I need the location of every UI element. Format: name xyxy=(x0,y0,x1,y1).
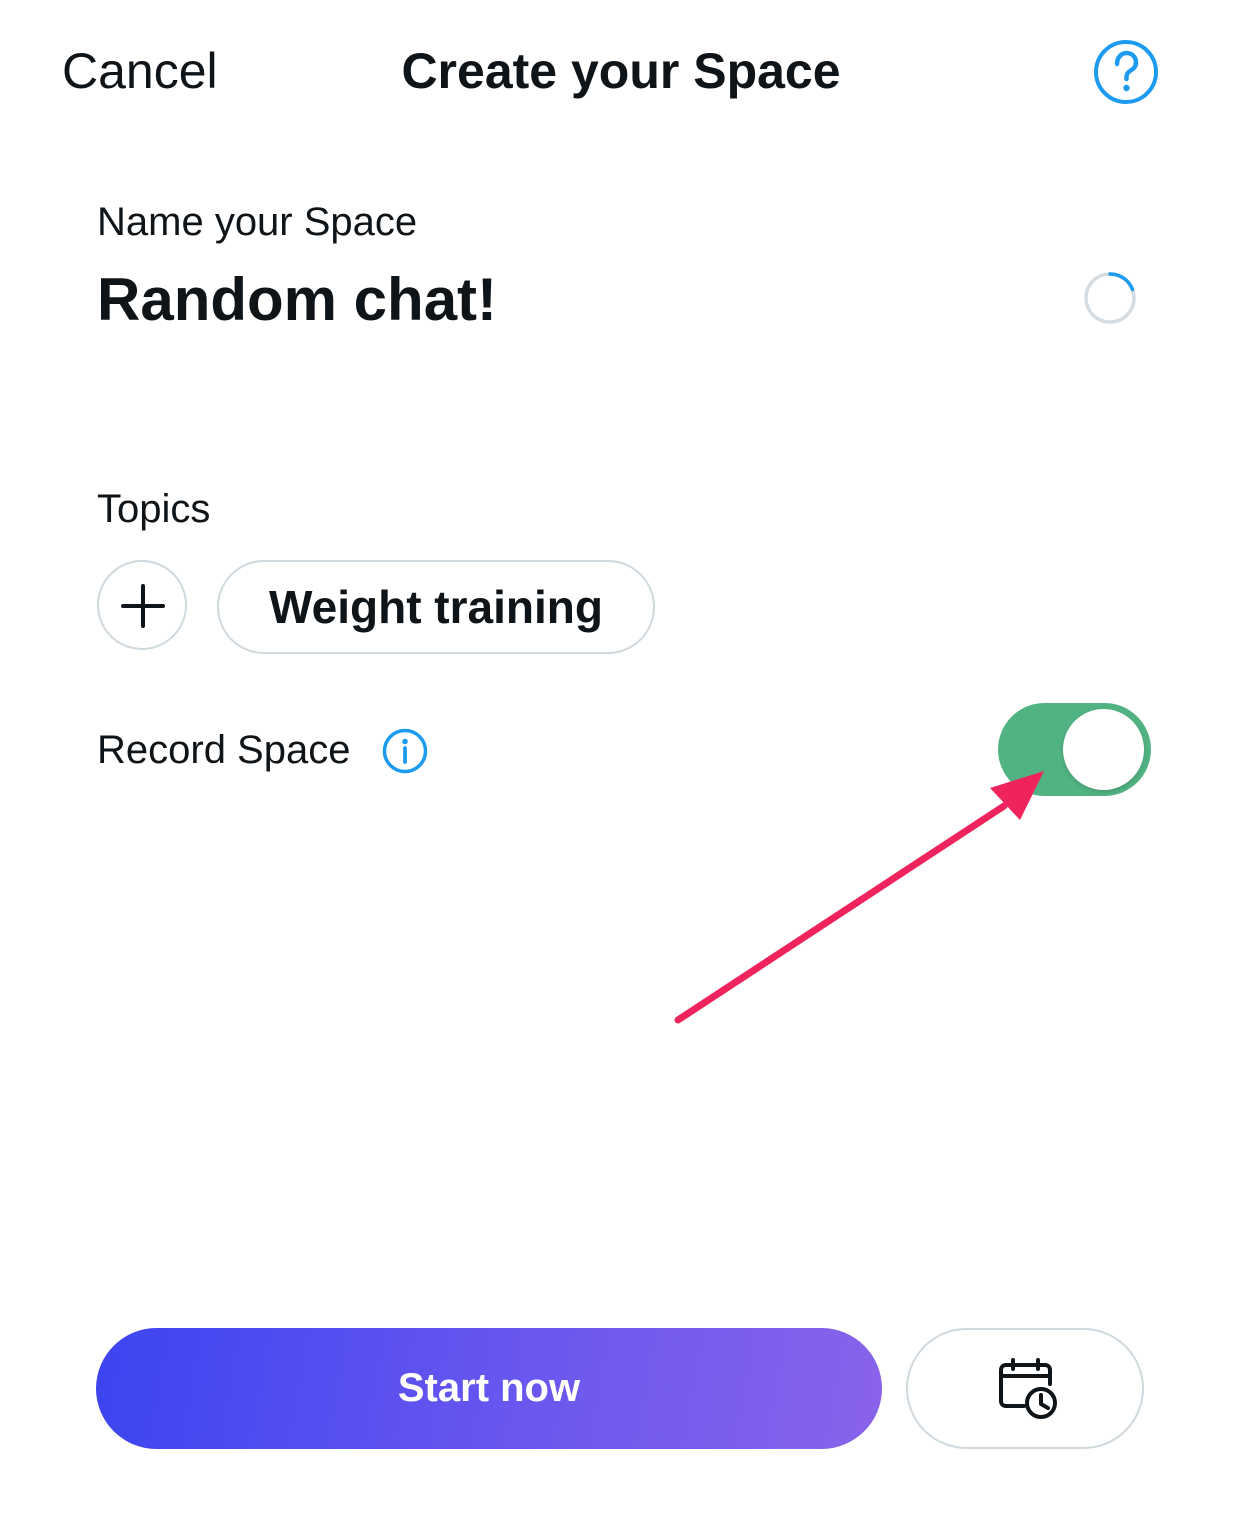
calendar-clock-icon xyxy=(999,1358,1057,1419)
plus-icon xyxy=(121,584,165,628)
page-title: Create your Space xyxy=(401,43,841,99)
toggle-knob xyxy=(1063,709,1144,790)
topics-label: Topics xyxy=(97,487,211,531)
schedule-button[interactable] xyxy=(906,1328,1144,1449)
start-now-button[interactable]: Start now xyxy=(96,1328,882,1449)
topic-chip[interactable]: Weight training xyxy=(217,560,655,654)
character-counter-icon xyxy=(1082,270,1138,326)
help-icon[interactable] xyxy=(1092,38,1160,106)
add-topic-button[interactable] xyxy=(97,560,187,650)
info-icon[interactable] xyxy=(382,728,428,774)
record-space-label: Record Space xyxy=(97,728,351,772)
record-space-toggle[interactable] xyxy=(998,703,1151,796)
space-name-label: Name your Space xyxy=(97,200,418,244)
space-name-field[interactable]: Random chat! xyxy=(97,262,1047,338)
